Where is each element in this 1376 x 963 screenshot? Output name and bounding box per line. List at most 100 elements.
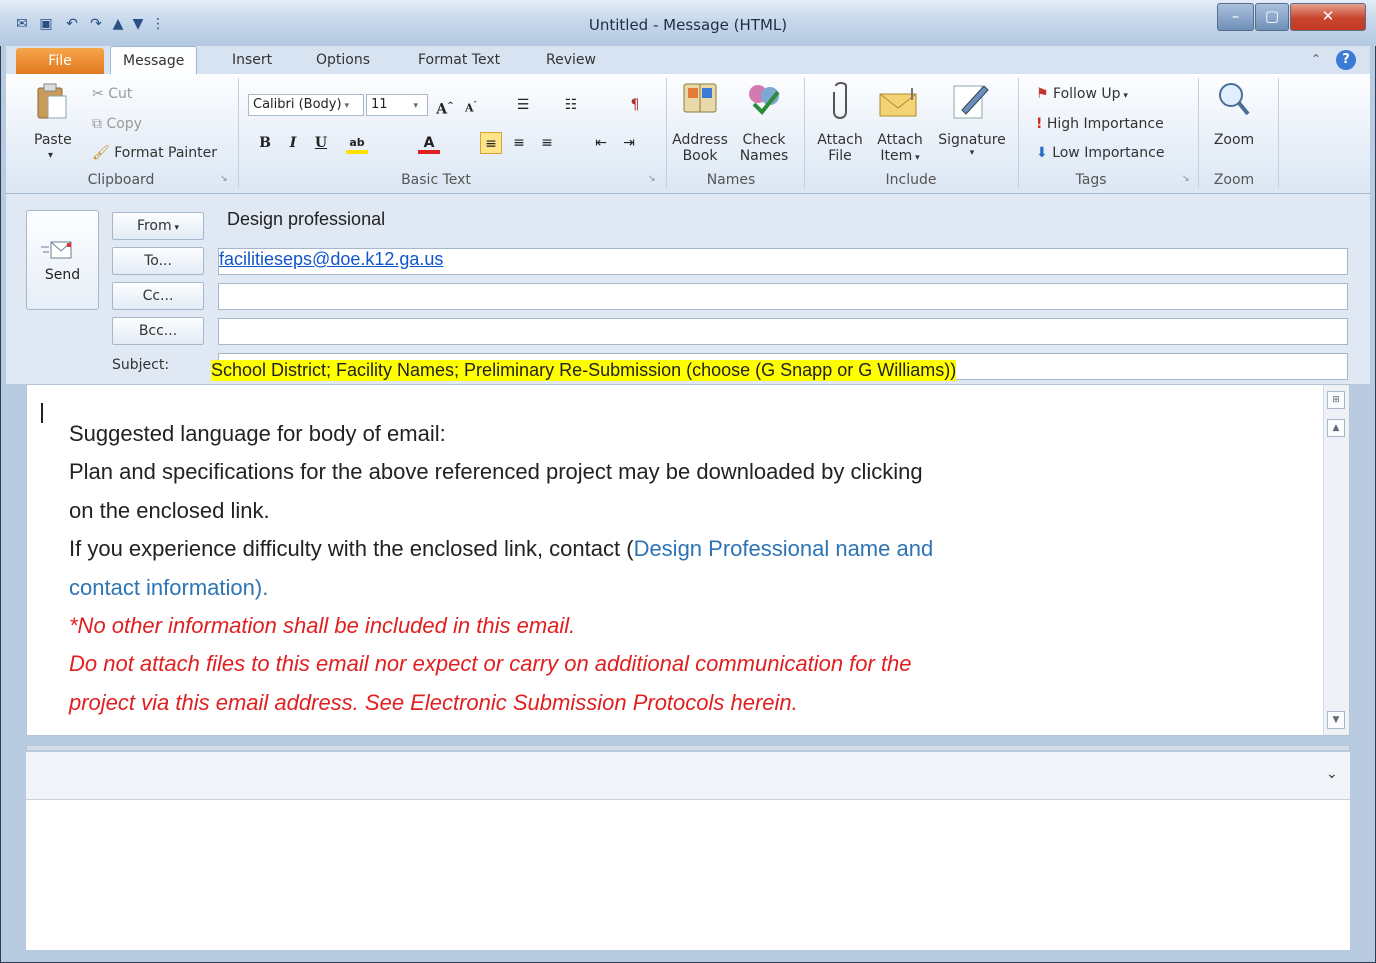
close-button[interactable]: ✕ — [1290, 3, 1366, 31]
format-painter-icon: 🖌 — [92, 145, 110, 161]
from-button[interactable]: From ▾ — [112, 212, 204, 240]
attach-file-button[interactable]: Attach File — [812, 132, 868, 164]
check-names-button[interactable]: Check Names — [734, 132, 794, 164]
to-button[interactable]: To... — [112, 247, 204, 275]
body-line-8: project via this email address. See Elec… — [69, 690, 798, 715]
minimize-button[interactable]: – — [1217, 3, 1254, 31]
bcc-field[interactable] — [218, 318, 1348, 345]
high-importance-button[interactable]: ! High Importance — [1036, 116, 1164, 132]
flag-icon: ⚑ — [1036, 86, 1049, 102]
exclamation-icon: ! — [1036, 116, 1043, 132]
font-color-icon[interactable]: A — [418, 132, 440, 154]
cc-field[interactable] — [218, 283, 1348, 310]
zoom-button[interactable]: Zoom — [1210, 132, 1258, 148]
separator — [804, 78, 805, 188]
tags-launcher-icon[interactable]: ↘ — [1182, 174, 1190, 184]
body-line-2: Plan and specifications for the above re… — [69, 459, 923, 484]
bcc-button[interactable]: Bcc... — [112, 317, 204, 345]
numbering-button[interactable]: ☷ — [560, 94, 582, 116]
high-importance-label: High Importance — [1046, 116, 1164, 132]
minimize-ribbon-icon[interactable]: ⌃ — [1311, 52, 1321, 66]
signature-button[interactable]: Signature ▾ — [934, 132, 1010, 158]
from-value: Design professional — [227, 209, 386, 229]
highlight-icon[interactable]: ab — [346, 132, 368, 154]
message-header: Send From ▾ Design professional To... fa… — [6, 194, 1370, 384]
increase-indent-button[interactable]: ⇥ — [618, 132, 640, 154]
tab-insert[interactable]: Insert — [220, 46, 284, 74]
tab-options[interactable]: Options — [304, 46, 382, 74]
to-field[interactable]: facilitieseps@doe.k12.ga.us — [218, 248, 1348, 275]
attach-item-label-1: Attach — [877, 132, 923, 148]
basic-text-launcher-icon[interactable]: ↘ — [648, 174, 656, 184]
paste-icon[interactable] — [34, 82, 70, 122]
body-line-3: on the enclosed link. — [69, 498, 270, 523]
check-names-label-1: Check — [742, 132, 786, 148]
shrink-font-button[interactable]: Aˇ — [460, 94, 482, 116]
check-names-label-2: Names — [739, 148, 789, 164]
signature-label: Signature — [938, 132, 1006, 148]
cut-label: Cut — [108, 86, 133, 102]
message-body[interactable]: Suggested language for body of email: Pl… — [26, 384, 1350, 736]
subject-value: School District; Facility Names; Prelimi… — [211, 360, 957, 381]
address-book-icon[interactable] — [682, 82, 718, 120]
scroll-down-icon[interactable]: ▼ — [1327, 711, 1345, 729]
separator — [1278, 78, 1279, 188]
separator — [238, 78, 239, 188]
body-line-4-text: If you experience difficulty with the en… — [69, 536, 634, 561]
tab-file[interactable]: File — [16, 48, 104, 74]
address-book-button[interactable]: Address Book — [670, 132, 730, 164]
align-center-button[interactable]: ≡ — [508, 132, 530, 154]
attach-item-button[interactable]: Attach Item ▾ — [872, 132, 928, 164]
body-line-5: contact information). — [69, 575, 269, 600]
splitter[interactable] — [26, 745, 1350, 751]
scroll-up-icon[interactable]: ▲ — [1327, 419, 1345, 437]
grow-font-button[interactable]: A^ — [434, 94, 456, 118]
cut-button[interactable]: ✂ Cut — [92, 86, 132, 102]
maximize-button[interactable]: ▢ — [1255, 3, 1289, 31]
copy-button[interactable]: ⧉ Copy — [92, 116, 142, 132]
font-name-select[interactable]: Calibri (Body) ▾ — [248, 94, 364, 116]
check-names-icon[interactable] — [746, 82, 782, 120]
font-size-select[interactable]: 11 ▾ — [366, 94, 428, 116]
format-painter-button[interactable]: 🖌 Format Painter — [92, 145, 217, 161]
attach-file-label-1: Attach — [817, 132, 863, 148]
send-button[interactable]: Send — [26, 210, 99, 310]
follow-up-button[interactable]: ⚑ Follow Up ▾ — [1036, 86, 1128, 102]
italic-button[interactable]: I — [282, 132, 304, 154]
low-importance-label: Low Importance — [1052, 145, 1165, 161]
people-pane-bar: ⌄ — [26, 752, 1350, 800]
attach-item-icon[interactable] — [878, 86, 922, 122]
decrease-indent-button[interactable]: ⇤ — [590, 132, 612, 154]
body-line-1: Suggested language for body of email: — [69, 421, 446, 446]
chevron-down-icon[interactable]: ⌄ — [1326, 766, 1338, 782]
styles-icon[interactable]: ¶ — [624, 94, 646, 116]
scroll-options-icon[interactable]: ⊞ — [1327, 391, 1345, 409]
bold-button[interactable]: B — [254, 132, 276, 154]
to-recipient-link[interactable]: facilitieseps@doe.k12.ga.us — [219, 246, 443, 272]
paste-button[interactable]: Paste — [34, 132, 72, 148]
paperclip-icon[interactable] — [828, 82, 852, 124]
chevron-down-icon: ▾ — [341, 101, 349, 111]
signature-icon[interactable] — [952, 82, 990, 124]
tab-message[interactable]: Message — [110, 46, 198, 74]
vertical-scrollbar[interactable]: ⊞ ▲ ▼ — [1323, 385, 1349, 735]
help-icon[interactable]: ? — [1336, 50, 1356, 70]
cc-button[interactable]: Cc... — [112, 282, 204, 310]
body-line-7: Do not attach files to this email nor ex… — [69, 651, 912, 676]
magnifier-icon[interactable] — [1216, 80, 1250, 122]
chevron-down-icon: ▾ — [171, 223, 180, 233]
subject-field[interactable]: School District; Facility Names; Prelimi… — [211, 353, 1348, 381]
separator — [1018, 78, 1019, 188]
bullets-button[interactable]: ☰ — [512, 94, 534, 116]
underline-button[interactable]: U — [310, 132, 332, 154]
from-label: From — [136, 218, 172, 234]
paste-dropdown-icon[interactable]: ▾ — [48, 150, 53, 161]
tab-review[interactable]: Review — [534, 46, 608, 74]
basic-text-group-label: Basic Text — [401, 172, 471, 188]
clipboard-launcher-icon[interactable]: ↘ — [220, 174, 228, 184]
align-right-button[interactable]: ≡ — [536, 132, 558, 154]
align-left-button[interactable]: ≡ — [480, 132, 502, 154]
tab-format-text[interactable]: Format Text — [406, 46, 512, 74]
low-importance-button[interactable]: ⬇ Low Importance — [1036, 145, 1164, 161]
format-painter-label: Format Painter — [114, 145, 218, 161]
